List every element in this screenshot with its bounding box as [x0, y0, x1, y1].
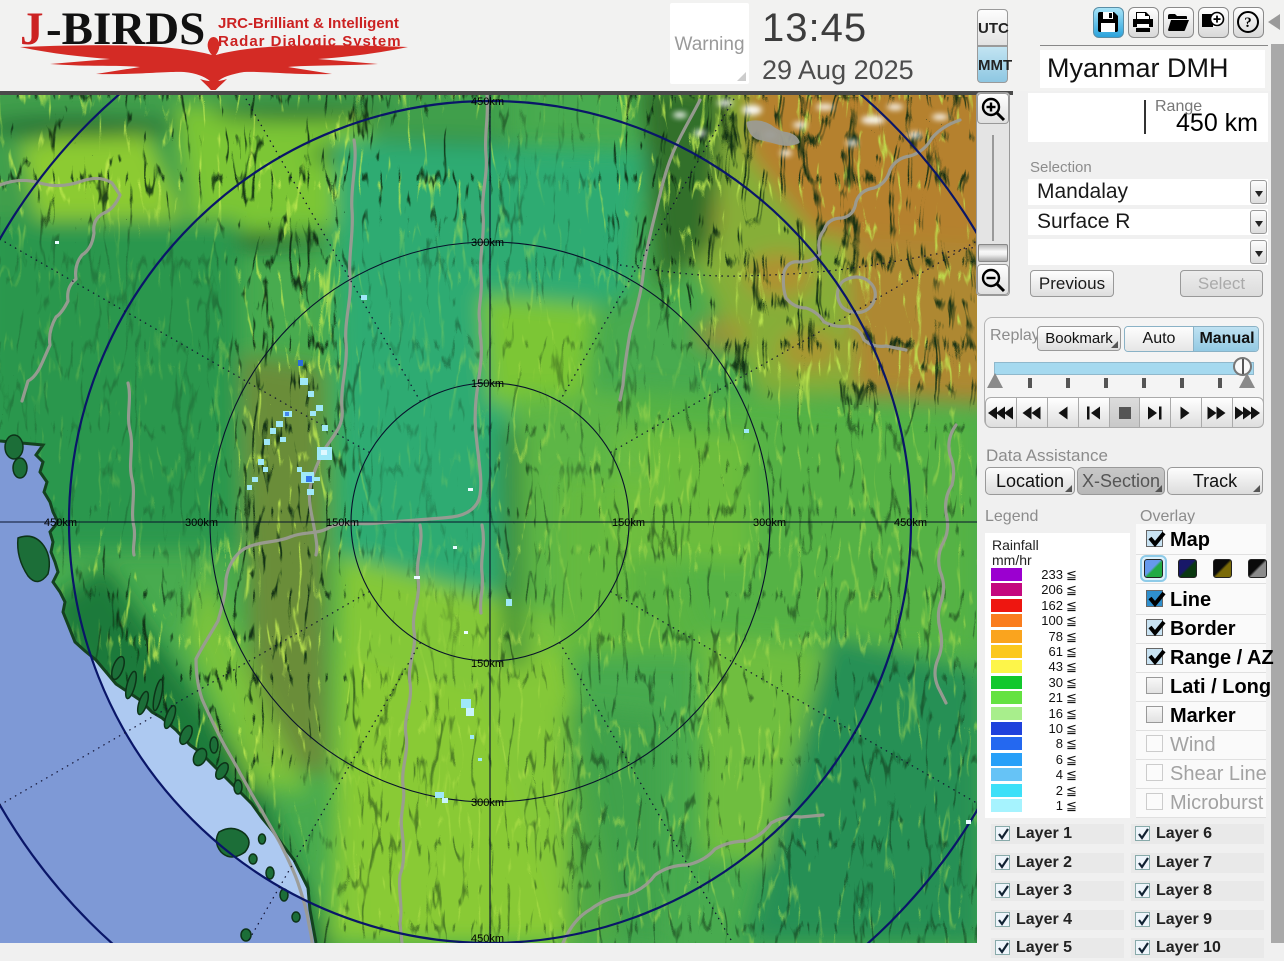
svg-text:300km: 300km: [753, 517, 786, 529]
svg-text:150km: 150km: [326, 517, 359, 529]
svg-text:150km: 150km: [471, 658, 504, 670]
svg-text:?: ?: [1244, 15, 1252, 31]
svg-text:300km: 300km: [185, 517, 218, 529]
svg-text:450km: 450km: [471, 933, 504, 943]
svg-text:300km: 300km: [471, 797, 504, 809]
svg-text:450km: 450km: [44, 517, 77, 529]
svg-text:450km: 450km: [471, 96, 504, 108]
svg-text:150km: 150km: [471, 378, 504, 390]
svg-text:150km: 150km: [612, 517, 645, 529]
svg-text:450km: 450km: [894, 517, 927, 529]
svg-text:JRC-Brilliant & Intelligent: JRC-Brilliant & Intelligent: [218, 15, 399, 32]
svg-text:300km: 300km: [471, 237, 504, 249]
